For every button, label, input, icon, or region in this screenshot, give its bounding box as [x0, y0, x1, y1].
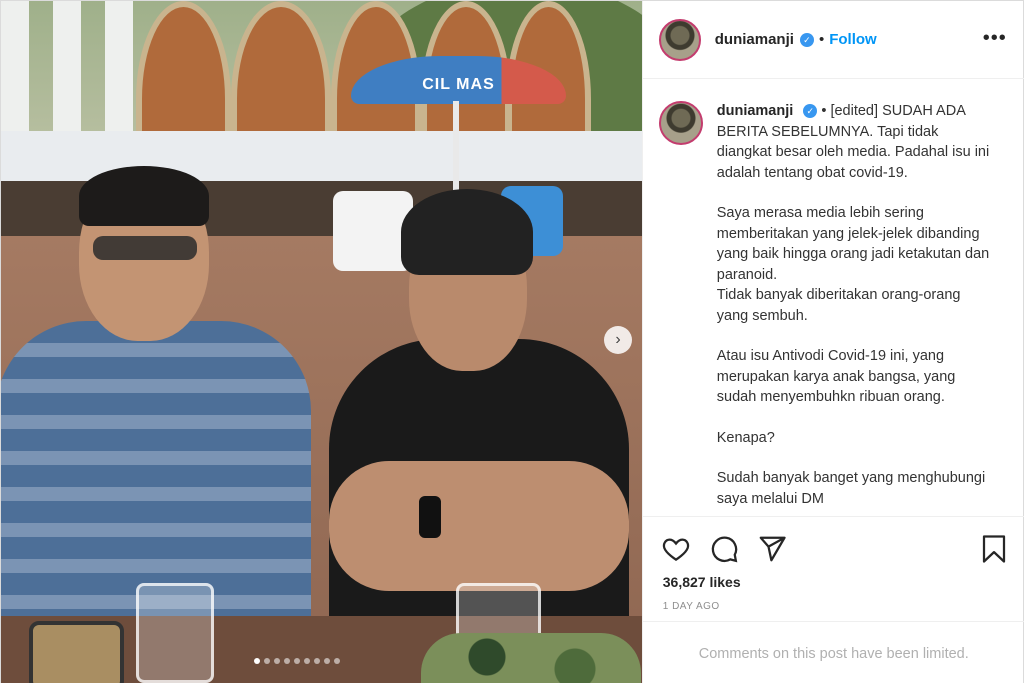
photo-camo-bag — [421, 633, 641, 683]
caption-avatar[interactable] — [658, 101, 703, 145]
post-actions: 36,827 likes 1 DAY AGO Comments on this … — [642, 516, 1024, 683]
carousel-dot[interactable] — [304, 658, 310, 664]
post-header: duniamanji ✓ • Follow ••• — [642, 1, 1024, 79]
verified-badge-icon: ✓ — [803, 104, 818, 118]
edited-label: • [edited] — [821, 103, 879, 119]
header-username[interactable]: duniamanji — [715, 31, 794, 48]
photo-pillar — [53, 1, 81, 151]
post-caption: duniamanji ✓ • [edited] SUDAH ADA BERITA… — [658, 101, 1009, 516]
carousel-dot[interactable] — [274, 658, 280, 664]
likes-number: 36,827 — [662, 574, 706, 590]
caption-paragraph: duniamanji ✓ • [edited] SUDAH ADA BERITA… — [717, 101, 993, 183]
photo-glass — [136, 583, 214, 683]
caption-username[interactable]: duniamanji — [717, 103, 794, 119]
verified-badge-icon: ✓ — [799, 32, 814, 47]
photo-pillar — [105, 1, 133, 151]
caption-paragraph: Atau isu Antivodi Covid-19 ini, yang mer… — [716, 348, 956, 405]
caption-text: duniamanji ✓ • [edited] SUDAH ADA BERITA… — [717, 101, 993, 516]
comment-icon[interactable] — [709, 534, 739, 564]
post-sidebar: duniamanji ✓ • Follow ••• duniamanji ✓ •… — [641, 1, 1024, 683]
comments-limited-notice: Comments on this post have been limited. — [642, 621, 1024, 683]
heart-icon[interactable] — [661, 534, 691, 564]
caption-paragraph: Sudah banyak banget yang menghubungi say… — [716, 470, 986, 507]
share-icon[interactable] — [757, 534, 787, 564]
likes-label: likes — [709, 574, 741, 590]
post-timestamp[interactable]: 1 DAY AGO — [663, 601, 720, 612]
person-right-arms — [329, 461, 629, 591]
carousel-dot[interactable] — [314, 658, 320, 664]
carousel-dot[interactable] — [284, 658, 290, 664]
carousel-next-button[interactable]: › — [604, 326, 632, 354]
photo-umbrella-pole — [453, 101, 459, 191]
carousel-dot[interactable] — [264, 658, 270, 664]
carousel-dot[interactable] — [254, 658, 260, 664]
carousel-dot[interactable] — [324, 658, 330, 664]
bookmark-icon[interactable] — [979, 534, 1009, 564]
header-separator: • — [818, 31, 825, 48]
carousel-dot[interactable] — [334, 658, 340, 664]
more-options-icon[interactable]: ••• — [983, 27, 1007, 50]
action-icons — [661, 534, 787, 564]
profile-avatar[interactable] — [658, 18, 701, 61]
wristwatch — [419, 496, 441, 538]
caption-paragraph: Kenapa? — [716, 429, 775, 446]
person-left-hair — [79, 166, 209, 226]
photo-pillar — [1, 1, 29, 151]
likes-count[interactable]: 36,827 likes — [663, 574, 741, 590]
carousel-dot[interactable] — [294, 658, 300, 664]
carousel-dots — [254, 658, 340, 664]
post-photo[interactable]: CIL MAS › — [1, 1, 642, 683]
photo-mug — [29, 621, 124, 683]
sunglasses — [93, 236, 197, 260]
instagram-post: CIL MAS › duniamanji ✓ • Follow ••• duni… — [0, 0, 1024, 683]
follow-button[interactable]: Follow — [829, 31, 877, 48]
caption-paragraph: Saya merasa media lebih sering memberita… — [716, 205, 990, 324]
person-right-beanie — [401, 189, 533, 275]
